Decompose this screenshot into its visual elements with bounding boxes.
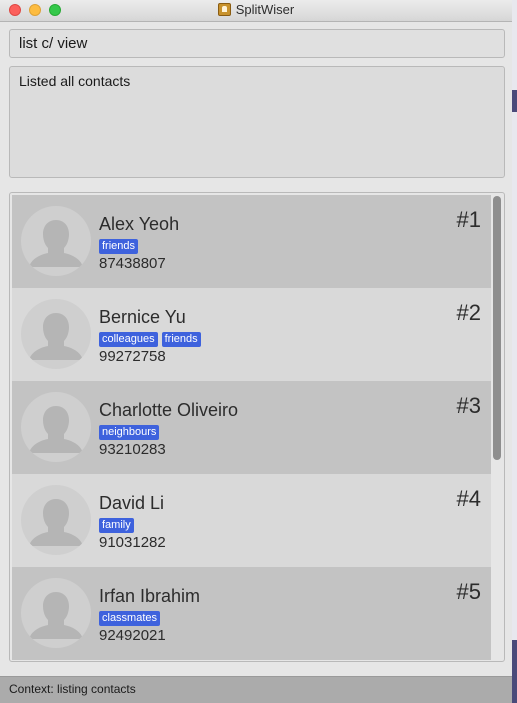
tag-badge: colleagues — [99, 332, 158, 347]
contact-card[interactable]: Alex Yeoh friends 87438807 #1 — [12, 195, 491, 288]
avatar-icon — [21, 299, 91, 369]
tag-badge: family — [99, 518, 134, 533]
contact-index: #5 — [456, 579, 481, 604]
contact-name: Bernice Yu — [99, 307, 186, 327]
contact-tags: friends — [99, 236, 142, 254]
avatar-icon — [21, 485, 91, 555]
tag-badge: friends — [161, 332, 201, 347]
contact-name: Charlotte Oliveiro — [99, 400, 239, 420]
app-icon — [217, 3, 231, 16]
contact-index: #4 — [456, 486, 481, 511]
contact-card[interactable]: David Li family 91031282 #4 — [12, 474, 491, 567]
contact-index: #1 — [456, 207, 481, 232]
contact-tags: family — [99, 515, 138, 533]
command-input[interactable]: list c/ view — [9, 29, 505, 58]
background-window-edge — [512, 0, 517, 703]
contact-name: David Li — [99, 493, 165, 513]
tag-badge: friends — [99, 239, 139, 254]
contact-name: Alex Yeoh — [99, 214, 180, 234]
contact-phone: 99272758 — [99, 348, 166, 365]
tag-badge: neighbours — [99, 425, 160, 440]
result-display: Listed all contacts — [9, 66, 505, 178]
background-accent — [512, 90, 517, 112]
contact-list[interactable]: Alex Yeoh friends 87438807 #1 Bernice Yu… — [12, 195, 491, 660]
window-title-group: SplitWiser — [0, 2, 512, 18]
contact-phone: 92492021 — [99, 627, 166, 644]
list-scrollbar[interactable] — [493, 196, 501, 460]
status-bar: Context: listing contacts — [0, 676, 512, 703]
contact-phone: 87438807 — [99, 255, 166, 272]
contact-card[interactable]: Irfan Ibrahim classmates 92492021 #5 — [12, 567, 491, 660]
window-title: SplitWiser — [235, 2, 295, 17]
avatar-icon — [21, 206, 91, 276]
contact-card[interactable]: Charlotte Oliveiro neighbours 93210283 #… — [12, 381, 491, 474]
background-accent — [512, 640, 517, 703]
tag-badge: classmates — [99, 611, 161, 626]
contact-index: #2 — [456, 300, 481, 325]
title-bar[interactable]: SplitWiser — [0, 0, 512, 22]
contact-index: #3 — [456, 393, 481, 418]
contact-tags: neighbours — [99, 422, 163, 440]
contact-card[interactable]: Bernice Yu colleagues friends 99272758 #2 — [12, 288, 491, 381]
avatar-icon — [21, 392, 91, 462]
contact-tags: classmates — [99, 608, 164, 626]
contact-tags: colleagues friends — [99, 329, 205, 347]
contact-name: Irfan Ibrahim — [99, 586, 201, 606]
app-window: SplitWiser list c/ view Listed all conta… — [0, 0, 512, 703]
status-text: Context: listing contacts — [9, 682, 136, 696]
avatar-icon — [21, 578, 91, 648]
contact-phone: 93210283 — [99, 441, 166, 458]
contact-phone: 91031282 — [99, 534, 166, 551]
result-text: Listed all contacts — [19, 73, 131, 89]
